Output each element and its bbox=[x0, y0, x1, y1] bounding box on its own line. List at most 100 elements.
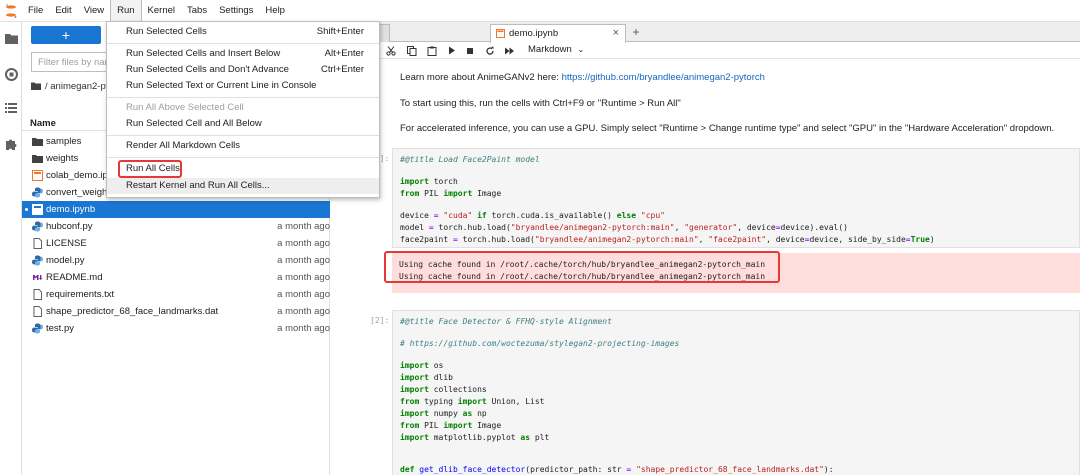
folder-icon bbox=[31, 82, 41, 90]
menu-item-run-selected-cells[interactable]: Run Selected Cells Shift+Enter bbox=[107, 24, 379, 40]
markdown-line: To start using this, run the cells with … bbox=[400, 98, 681, 109]
file-name: demo.ipynb bbox=[46, 204, 96, 215]
menu-view[interactable]: View bbox=[78, 0, 110, 22]
file-date: a month ago bbox=[277, 306, 330, 317]
code-cell[interactable]: #@title Face Detector & FFHQ-style Align… bbox=[392, 310, 1080, 475]
menu-help[interactable]: Help bbox=[259, 0, 291, 22]
menu-item-shortcut: Alt+Enter bbox=[324, 48, 364, 59]
menu-kernel[interactable]: Kernel bbox=[142, 0, 181, 22]
menu-divider bbox=[107, 97, 379, 98]
menu-item-shortcut: Ctrl+Enter bbox=[320, 64, 364, 75]
menu-item-restart-run-all[interactable]: Restart Kernel and Run All Cells... bbox=[107, 178, 379, 194]
add-tab-button[interactable]: + bbox=[628, 24, 644, 42]
file-icon bbox=[33, 306, 42, 317]
menu-tabs[interactable]: Tabs bbox=[181, 0, 213, 22]
close-icon[interactable]: × bbox=[613, 25, 619, 41]
menu-item-run-insert-below[interactable]: Run Selected Cells and Insert Below Alt+… bbox=[107, 46, 379, 62]
file-date: a month ago bbox=[277, 289, 330, 300]
chevron-down-icon: ⌄ bbox=[577, 45, 585, 54]
menu-file[interactable]: File bbox=[22, 0, 49, 22]
jupyter-logo-icon bbox=[0, 0, 22, 22]
menu-item-run-all-above: Run All Above Selected Cell bbox=[107, 100, 379, 116]
python-icon bbox=[32, 323, 43, 334]
code-line: device = "cuda" if torch.cuda.is_availab… bbox=[400, 211, 665, 220]
file-row-readme[interactable]: README.md a month ago bbox=[22, 269, 330, 286]
menu-edit[interactable]: Edit bbox=[49, 0, 77, 22]
folder-icon bbox=[32, 138, 43, 146]
code-cell[interactable]: #@title Load Face2Paint model import tor… bbox=[392, 148, 1080, 248]
markdown-line: Learn more about AnimeGANv2 here: https:… bbox=[400, 72, 765, 83]
stop-icon[interactable] bbox=[464, 45, 475, 56]
commands-icon[interactable] bbox=[3, 100, 19, 116]
cell-type-value: Markdown bbox=[528, 44, 572, 55]
code-line: face2paint = torch.hub.load("bryandlee/a… bbox=[400, 235, 935, 244]
file-name: weights bbox=[46, 153, 79, 164]
file-date: a month ago bbox=[277, 221, 330, 232]
file-row-shape-predictor[interactable]: shape_predictor_68_face_landmarks.dat a … bbox=[22, 303, 330, 320]
running-icon[interactable] bbox=[3, 66, 19, 82]
paste-icon[interactable] bbox=[426, 45, 437, 56]
file-name: hubconf.py bbox=[46, 221, 93, 232]
file-name: samples bbox=[46, 136, 82, 147]
notebook-panel[interactable]: Learn more about AnimeGANv2 here: https:… bbox=[336, 60, 1080, 475]
file-row-model[interactable]: model.py a month ago bbox=[22, 252, 330, 269]
breadcrumb-path[interactable]: / animegan2-py bbox=[45, 81, 110, 92]
menu-settings[interactable]: Settings bbox=[213, 0, 259, 22]
code-line: import collections bbox=[400, 385, 487, 394]
code-line: import torch bbox=[400, 177, 458, 186]
restart-icon[interactable] bbox=[484, 45, 495, 56]
menu-divider bbox=[107, 157, 379, 158]
run-menu-dropdown: Run Selected Cells Shift+Enter Run Selec… bbox=[106, 21, 380, 198]
menu-item-run-in-console[interactable]: Run Selected Text or Current Line in Con… bbox=[107, 78, 379, 94]
file-row-test[interactable]: test.py a month ago bbox=[22, 320, 330, 337]
new-launcher-button[interactable]: + bbox=[31, 26, 101, 44]
menu-item-shortcut: Shift+Enter bbox=[316, 26, 364, 37]
cut-icon[interactable] bbox=[385, 45, 396, 56]
code-line: from PIL import Image bbox=[400, 189, 502, 198]
breadcrumb[interactable]: / animegan2-py bbox=[31, 78, 110, 94]
menu-item-label: Run Selected Cells bbox=[126, 26, 207, 37]
markdown-line: For accelerated inference, you can use a… bbox=[400, 123, 1055, 134]
file-date: a month ago bbox=[277, 323, 330, 334]
menu-run[interactable]: Run bbox=[110, 0, 142, 22]
fast-forward-icon[interactable] bbox=[504, 45, 515, 56]
activity-bar bbox=[0, 22, 22, 475]
file-name: shape_predictor_68_face_landmarks.dat bbox=[46, 306, 219, 317]
code-line: import matplotlib.pyplot as plt bbox=[400, 433, 550, 442]
menu-divider bbox=[107, 43, 379, 44]
menu-bar: File Edit View Run Kernel Tabs Settings … bbox=[0, 0, 1080, 22]
file-icon bbox=[33, 289, 42, 300]
code-line: from PIL import Image bbox=[400, 421, 502, 430]
extension-icon[interactable] bbox=[3, 136, 19, 152]
file-name: test.py bbox=[46, 323, 74, 334]
markdown-icon bbox=[33, 275, 43, 280]
file-row-requirements[interactable]: requirements.txt a month ago bbox=[22, 286, 330, 303]
highlight-box bbox=[118, 160, 182, 178]
file-date: a month ago bbox=[277, 255, 330, 266]
tab-label: demo.ipynb bbox=[509, 28, 559, 39]
copy-icon[interactable] bbox=[406, 45, 417, 56]
run-icon[interactable] bbox=[446, 45, 457, 56]
folder-icon[interactable] bbox=[3, 30, 19, 46]
notebook-icon bbox=[32, 170, 43, 181]
github-link[interactable]: https://github.com/bryandlee/animegan2-p… bbox=[562, 72, 765, 83]
column-name-header[interactable]: Name bbox=[30, 118, 56, 129]
menu-item-label: Run Selected Cells and Don't Advance bbox=[126, 64, 289, 75]
menu-item-run-dont-advance[interactable]: Run Selected Cells and Don't Advance Ctr… bbox=[107, 62, 379, 78]
code-line: def get_dlib_face_detector(predictor_pat… bbox=[400, 465, 834, 474]
file-name: README.md bbox=[46, 272, 103, 283]
cell-type-select[interactable]: Markdown ⌄ bbox=[528, 44, 584, 55]
file-row-license[interactable]: LICENSE a month ago bbox=[22, 235, 330, 252]
file-row-demo[interactable]: demo.ipynb bbox=[22, 201, 330, 218]
tab-demo-notebook[interactable]: demo.ipynb × bbox=[490, 24, 626, 43]
code-line: model = torch.hub.load("bryandlee/animeg… bbox=[400, 223, 848, 232]
markdown-text: Learn more about AnimeGANv2 here: bbox=[400, 72, 562, 83]
file-date: a month ago bbox=[277, 272, 330, 283]
menu-item-label: Run Selected Text or Current Line in Con… bbox=[126, 80, 317, 91]
code-line: import os bbox=[400, 361, 444, 370]
folder-icon bbox=[32, 155, 43, 163]
menu-item-render-markdown[interactable]: Render All Markdown Cells bbox=[107, 138, 379, 154]
file-row-hubconf[interactable]: hubconf.py a month ago bbox=[22, 218, 330, 235]
main-area: ner demo.ipynb × + Markdo bbox=[336, 22, 1080, 475]
menu-item-run-all-below[interactable]: Run Selected Cell and All Below bbox=[107, 116, 379, 132]
